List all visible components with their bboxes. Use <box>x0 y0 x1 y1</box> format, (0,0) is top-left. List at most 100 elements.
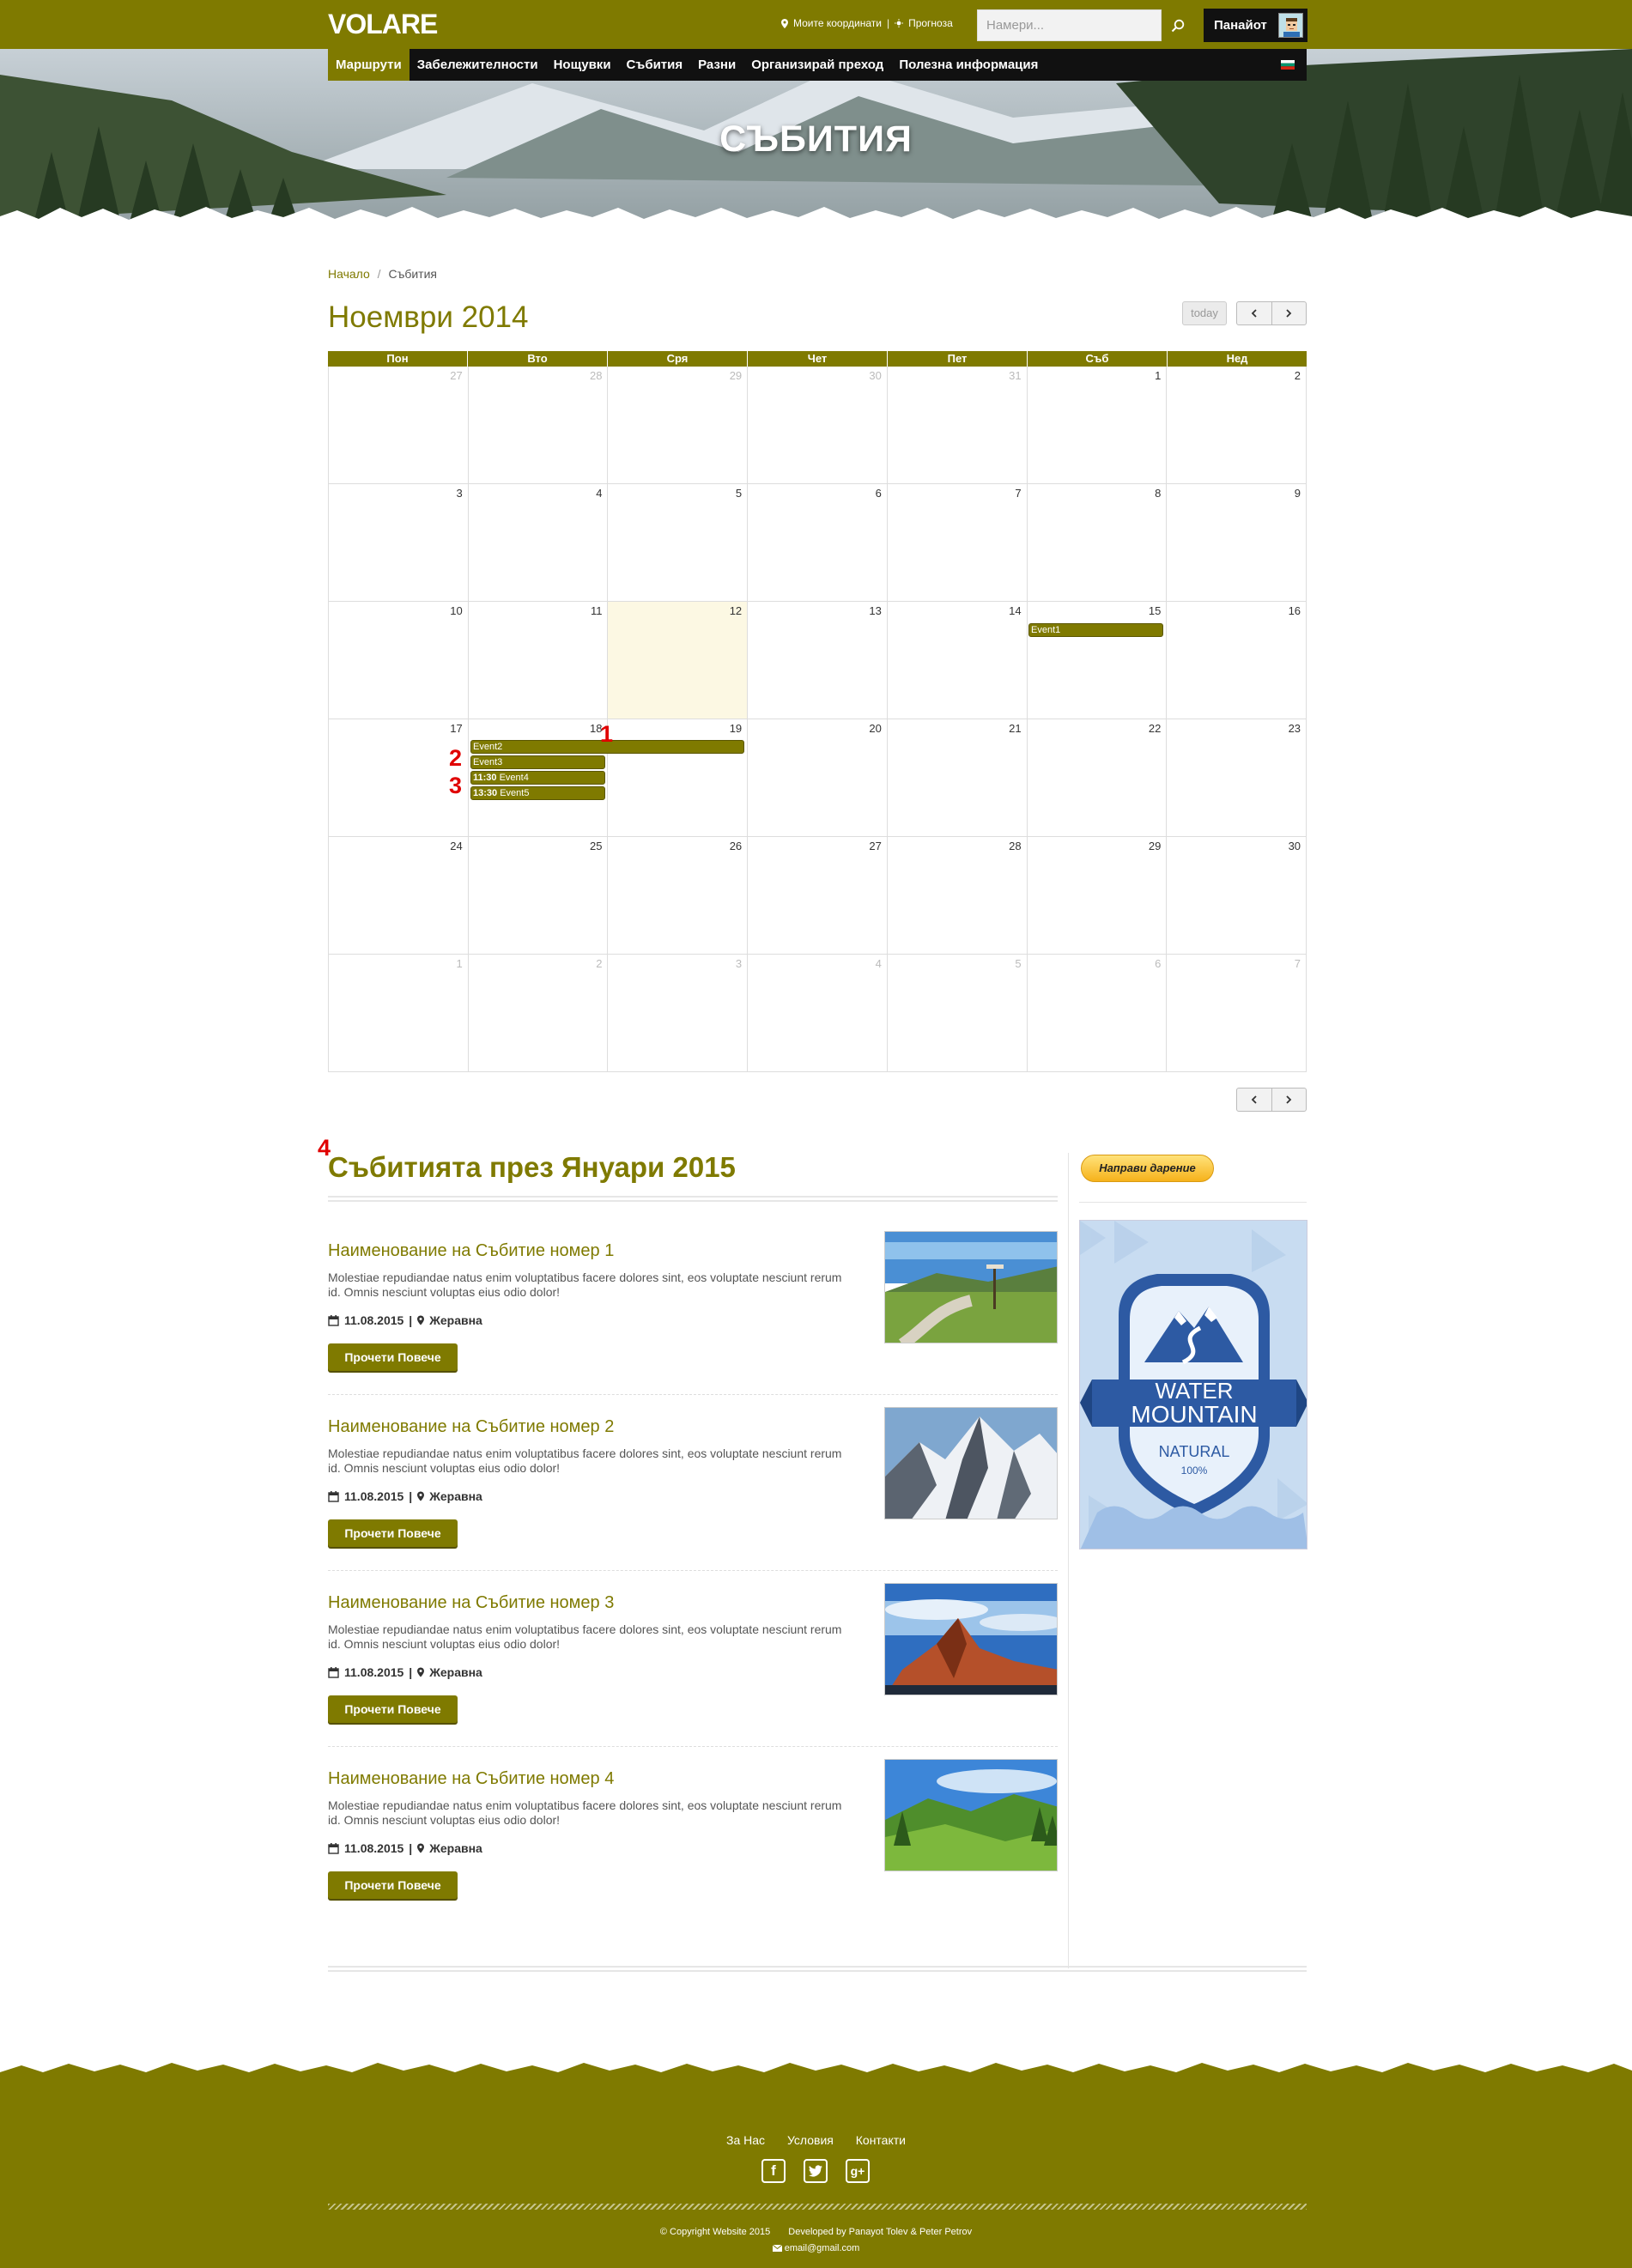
read-more-button[interactable]: Прочети Повече <box>328 1871 458 1899</box>
calendar-day[interactable]: 30 <box>1167 837 1307 954</box>
calendar-day[interactable]: 5 <box>888 955 1028 1071</box>
calendar-day[interactable]: 29 <box>608 367 749 483</box>
day-number: 1 <box>1155 369 1162 382</box>
donate-button[interactable]: Направи дарение <box>1081 1155 1214 1182</box>
calendar-day[interactable]: 1 <box>329 955 469 1071</box>
calendar-day[interactable]: 14 <box>888 602 1028 719</box>
bg-flag-icon[interactable] <box>1281 60 1295 70</box>
chevron-left-icon <box>1251 309 1257 318</box>
user-menu-button[interactable]: Панайот <box>1204 9 1307 42</box>
calendar-day[interactable]: 8 <box>1028 484 1168 601</box>
calendar-day[interactable]: 28 <box>469 367 609 483</box>
calendar-day[interactable]: 11 <box>469 602 609 719</box>
footer-link-about[interactable]: За Нас <box>726 2133 765 2147</box>
annotation-marker: 1 <box>600 721 614 747</box>
nav-item-sights[interactable]: Забележителности <box>410 49 546 81</box>
google-plus-icon[interactable]: g+ <box>846 2159 870 2183</box>
nav-item-routes[interactable]: Маршрути <box>328 49 410 81</box>
event-date: 11.08.2015 <box>344 1665 404 1679</box>
calendar-day[interactable]: 15 <box>1028 602 1168 719</box>
facebook-icon[interactable]: f <box>761 2159 786 2183</box>
event-divider <box>328 1746 1058 1747</box>
day-number: 25 <box>589 840 603 852</box>
nav-item-info[interactable]: Полезна информация <box>891 49 1046 81</box>
next-month-button[interactable] <box>1272 1089 1307 1111</box>
search-input[interactable]: Намери... <box>977 9 1162 41</box>
event-title: Event4 <box>499 773 529 783</box>
today-button[interactable]: today <box>1182 301 1227 325</box>
forecast-link[interactable]: Прогноза <box>908 17 953 29</box>
calendar-day[interactable]: 21 <box>888 719 1028 836</box>
calendar-event[interactable]: 11:30 Event4 <box>470 771 605 785</box>
calendar-day[interactable]: 6 <box>1028 955 1168 1071</box>
event-image[interactable] <box>884 1407 1058 1519</box>
calendar-day[interactable]: 27 <box>748 837 888 954</box>
event-card-title[interactable]: Наименование на Събитие номер 1 <box>328 1241 614 1261</box>
calendar-day-today[interactable]: 12 <box>608 602 749 719</box>
read-more-button[interactable]: Прочети Повече <box>328 1343 458 1371</box>
calendar-day[interactable]: 29 <box>1028 837 1168 954</box>
footer-link-terms[interactable]: Условия <box>787 2133 834 2147</box>
prev-month-button[interactable] <box>1237 302 1272 324</box>
event-title: Event3 <box>473 757 503 767</box>
day-number: 8 <box>1155 487 1162 500</box>
calendar-day[interactable]: 30 <box>748 367 888 483</box>
sidebar-ad-banner[interactable]: WATER MOUNTAIN NATURAL 100% <box>1079 1220 1307 1549</box>
site-logo[interactable]: VOLARE <box>328 9 438 40</box>
day-number: 17 <box>450 722 463 735</box>
calendar-day[interactable]: 25 <box>469 837 609 954</box>
calendar-day[interactable]: 20 <box>748 719 888 836</box>
calendar-day[interactable]: 22 <box>1028 719 1168 836</box>
calendar-event[interactable]: 13:30 Event5 <box>470 786 605 800</box>
calendar-day[interactable]: 19 <box>608 719 749 836</box>
calendar-day[interactable]: 6 <box>748 484 888 601</box>
calendar-day[interactable]: 4 <box>748 955 888 1071</box>
event-card-title[interactable]: Наименование на Събитие номер 4 <box>328 1769 614 1789</box>
calendar-day[interactable]: 13 <box>748 602 888 719</box>
calendar-day[interactable]: 7 <box>1167 955 1307 1071</box>
prev-month-button[interactable] <box>1237 1089 1272 1111</box>
calendar-day[interactable]: 5 <box>608 484 749 601</box>
nav-item-organize[interactable]: Организирай преход <box>743 49 891 81</box>
read-more-button[interactable]: Прочети Повече <box>328 1695 458 1723</box>
event-card-title[interactable]: Наименование на Събитие номер 2 <box>328 1417 614 1437</box>
calendar-day[interactable]: 27 <box>329 367 469 483</box>
search-button[interactable] <box>1162 9 1193 41</box>
coords-link[interactable]: Моите координати <box>793 17 882 29</box>
event-image[interactable] <box>884 1583 1058 1695</box>
nav-item-misc[interactable]: Разни <box>690 49 743 81</box>
nav-item-events[interactable]: Събития <box>619 49 691 81</box>
nav-item-lodging[interactable]: Нощувки <box>546 49 619 81</box>
breadcrumb-home[interactable]: Начало <box>328 267 370 281</box>
calendar-day[interactable]: 10 <box>329 602 469 719</box>
calendar-event[interactable]: Event3 <box>470 755 605 769</box>
event-image[interactable] <box>884 1759 1058 1871</box>
read-more-button[interactable]: Прочети Повече <box>328 1519 458 1547</box>
twitter-icon[interactable] <box>804 2159 828 2183</box>
calendar-day[interactable]: 31 <box>888 367 1028 483</box>
map-pin-icon <box>417 1315 425 1325</box>
calendar-day[interactable]: 3 <box>608 955 749 1071</box>
calendar-day[interactable]: 9 <box>1167 484 1307 601</box>
calendar-day[interactable]: 1 <box>1028 367 1168 483</box>
calendar-day[interactable]: 23 <box>1167 719 1307 836</box>
calendar-day[interactable]: 3 <box>329 484 469 601</box>
event-image[interactable] <box>884 1231 1058 1343</box>
calendar-day[interactable]: 26 <box>608 837 749 954</box>
weekday-header: Пон Вто Сря Чет Пет Съб Нед <box>328 351 1307 367</box>
calendar-day[interactable]: 24 <box>329 837 469 954</box>
next-month-button[interactable] <box>1272 302 1307 324</box>
footer-email[interactable]: email@gmail.com <box>0 2243 1632 2253</box>
calendar-day[interactable]: 17 <box>329 719 469 836</box>
calendar-event[interactable]: Event1 <box>1028 623 1163 637</box>
calendar-day[interactable]: 4 <box>469 484 609 601</box>
event-location: Жеравна <box>429 1489 482 1503</box>
calendar-day[interactable]: 2 <box>1167 367 1307 483</box>
calendar-day[interactable]: 2 <box>469 955 609 1071</box>
calendar-day[interactable]: 7 <box>888 484 1028 601</box>
calendar-day[interactable]: 16 <box>1167 602 1307 719</box>
event-card-title[interactable]: Наименование на Събитие номер 3 <box>328 1593 614 1613</box>
calendar-day[interactable]: 28 <box>888 837 1028 954</box>
footer-link-contacts[interactable]: Контакти <box>856 2133 906 2147</box>
top-links: Моите координати | Прогноза <box>781 17 953 29</box>
